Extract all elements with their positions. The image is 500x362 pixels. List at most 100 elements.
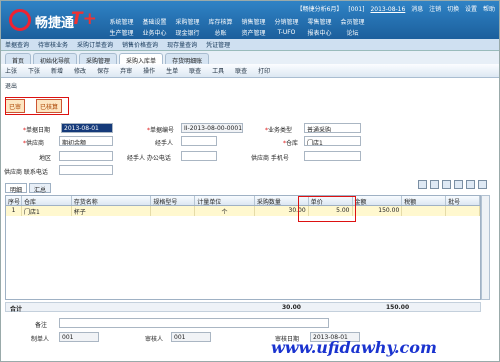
menu-item-cash-bank[interactable]: 现金银行 bbox=[171, 28, 204, 37]
cell-amount[interactable]: 150.00 bbox=[353, 206, 403, 216]
cell-spec[interactable] bbox=[151, 206, 196, 216]
menu-item-production[interactable]: 生产管理 bbox=[105, 28, 138, 37]
toolbar-operate[interactable]: 操作 bbox=[143, 66, 155, 75]
logo-ring-icon bbox=[9, 9, 31, 31]
quick-tab-doc-query[interactable]: 单据查询 bbox=[5, 40, 29, 49]
toolbar-next[interactable]: 下张 bbox=[28, 66, 40, 75]
biz-type-label: *业务类型 bbox=[265, 127, 293, 134]
current-date-link[interactable]: 2013-08-16 bbox=[370, 6, 405, 13]
supplier-mobile-field[interactable] bbox=[304, 151, 361, 161]
quick-tab-voucher[interactable]: 凭证管理 bbox=[206, 40, 230, 49]
cell-index: 1 bbox=[6, 206, 22, 216]
maker-label: 制单人 bbox=[31, 336, 50, 343]
col-unit: 计量单位 bbox=[195, 196, 255, 205]
doc-date-label: *单据日期 bbox=[23, 127, 51, 134]
office-phone-field[interactable] bbox=[181, 151, 217, 161]
col-item-name: 存货名称 bbox=[72, 196, 152, 205]
maker-field: 001 bbox=[59, 332, 99, 342]
biz-type-select[interactable]: 普通采购 bbox=[304, 123, 361, 133]
toolbar-prev[interactable]: 上张 bbox=[5, 66, 17, 75]
menu-item-purchase[interactable]: 采购管理 bbox=[171, 17, 204, 26]
grid-export-icon[interactable] bbox=[454, 180, 463, 189]
toolbar-query[interactable]: 联查 bbox=[189, 66, 201, 75]
quick-tab-stock-query[interactable]: 现存量查询 bbox=[167, 40, 197, 49]
switch-link[interactable]: 切换 bbox=[447, 6, 459, 13]
document-header-form: *单据日期 2013-08-01 *单据编号 II-2013-08-00-000… bbox=[1, 123, 499, 176]
main-menu: 系统管理 基础设置 采购管理 库存核算 销售管理 分销管理 零售管理 会员管理 … bbox=[105, 16, 495, 38]
grid-settings-icon[interactable] bbox=[478, 180, 487, 189]
summary-row: 合计 30.00 150.00 bbox=[5, 302, 481, 313]
remark-label: 备注 bbox=[35, 322, 48, 329]
menu-item-inventory[interactable]: 库存核算 bbox=[204, 17, 237, 26]
grid-copy-icon[interactable] bbox=[430, 180, 439, 189]
toolbar-linked[interactable]: 联查 bbox=[235, 66, 247, 75]
tab-details[interactable]: 明细 bbox=[5, 183, 28, 194]
table-row[interactable]: 1 门店1 杯子 个 30.00 5.00 150.00 bbox=[6, 206, 480, 216]
settings-link[interactable]: 设置 bbox=[465, 6, 477, 13]
menu-item-retail[interactable]: 零售管理 bbox=[303, 17, 336, 26]
quick-tab-pending-audit[interactable]: 待审核业务 bbox=[38, 40, 68, 49]
toolbar-edit[interactable]: 修改 bbox=[74, 66, 86, 75]
toolbar-print[interactable]: 打印 bbox=[258, 66, 270, 75]
warehouse-field[interactable]: 门店1 bbox=[304, 136, 361, 146]
tab-init-nav[interactable]: 初始化导航 bbox=[33, 53, 78, 65]
handler-field[interactable] bbox=[181, 136, 217, 146]
menu-item-basic-settings[interactable]: 基础设置 bbox=[138, 17, 171, 26]
menu-item-assets[interactable]: 资产管理 bbox=[237, 28, 270, 37]
tab-summary[interactable]: 汇总 bbox=[29, 183, 52, 194]
menu-item-ledger[interactable]: 总账 bbox=[204, 28, 237, 37]
menu-item-sales[interactable]: 销售管理 bbox=[237, 17, 270, 26]
toolbar-generate[interactable]: 生单 bbox=[166, 66, 178, 75]
cell-item-name[interactable]: 杯子 bbox=[72, 206, 152, 216]
cell-tax[interactable] bbox=[402, 206, 447, 216]
tab-purchase-management[interactable]: 采购管理 bbox=[79, 53, 118, 65]
supplier-field[interactable]: 期初余额 bbox=[59, 136, 113, 146]
region-field[interactable] bbox=[59, 151, 113, 161]
grid-scrollbar[interactable] bbox=[481, 195, 490, 300]
summary-qty: 30.00 bbox=[282, 304, 301, 311]
menu-item-distribution[interactable]: 分销管理 bbox=[270, 17, 303, 26]
grid-insert-icon[interactable] bbox=[418, 180, 427, 189]
handler-label: 经手人 bbox=[155, 140, 174, 147]
menu-item-system[interactable]: 系统管理 bbox=[105, 17, 138, 26]
quick-tab-po-query[interactable]: 采购订单查询 bbox=[77, 40, 113, 49]
help-link[interactable]: 帮助 bbox=[483, 6, 495, 13]
cell-warehouse[interactable]: 门店1 bbox=[22, 206, 72, 216]
message-link[interactable]: 消息 bbox=[411, 6, 423, 13]
menu-item-forum[interactable]: 论坛 bbox=[336, 28, 369, 37]
exit-link[interactable]: 退出 bbox=[5, 81, 17, 90]
remark-field[interactable] bbox=[59, 318, 329, 328]
summary-amount: 150.00 bbox=[386, 304, 410, 311]
toolbar-new[interactable]: 新增 bbox=[51, 66, 63, 75]
toolbar-save[interactable]: 保存 bbox=[97, 66, 109, 75]
menu-item-t-ufo[interactable]: T-UFO bbox=[270, 29, 303, 36]
col-amount: 金额 bbox=[353, 196, 403, 205]
menu-item-reports[interactable]: 报表中心 bbox=[303, 28, 336, 37]
col-tax: 税额 bbox=[402, 196, 447, 205]
status-highlight-box bbox=[5, 97, 69, 115]
menu-item-business-center[interactable]: 业务中心 bbox=[138, 28, 171, 37]
cell-unit[interactable]: 个 bbox=[195, 206, 255, 216]
tab-home[interactable]: 首页 bbox=[5, 53, 32, 65]
logo-product-name: T+ bbox=[71, 9, 97, 29]
doc-no-field[interactable]: II-2013-08-00-0001 bbox=[181, 123, 243, 133]
col-spec: 规格型号 bbox=[151, 196, 196, 205]
menu-item-member[interactable]: 会员管理 bbox=[336, 17, 369, 26]
tab-stock-detail[interactable]: 存货明细账 bbox=[165, 53, 210, 65]
grid-delete-icon[interactable] bbox=[442, 180, 451, 189]
cell-batch[interactable] bbox=[446, 206, 480, 216]
auditor-label: 审核人 bbox=[145, 336, 164, 343]
logo-text: 畅捷通 bbox=[35, 16, 75, 31]
supplier-contact-label: 供应商 联系电话 bbox=[4, 169, 48, 176]
tab-purchase-receipt[interactable]: 采购入库单 bbox=[119, 53, 164, 65]
quick-tab-price-query[interactable]: 销售价格查询 bbox=[122, 40, 158, 49]
grid-columns-icon[interactable] bbox=[466, 180, 475, 189]
toolbar-unaudit[interactable]: 弃审 bbox=[120, 66, 132, 75]
app-logo: 畅捷通 T+ bbox=[9, 7, 97, 33]
office-phone-label: 经手人 办公电话 bbox=[127, 155, 171, 162]
toolbar-tools[interactable]: 工具 bbox=[212, 66, 224, 75]
supplier-contact-field[interactable] bbox=[59, 165, 113, 175]
logout-link[interactable]: 注销 bbox=[429, 6, 441, 13]
supplier-mobile-label: 供应商 手机号 bbox=[251, 155, 289, 162]
doc-date-field[interactable]: 2013-08-01 bbox=[61, 123, 113, 133]
